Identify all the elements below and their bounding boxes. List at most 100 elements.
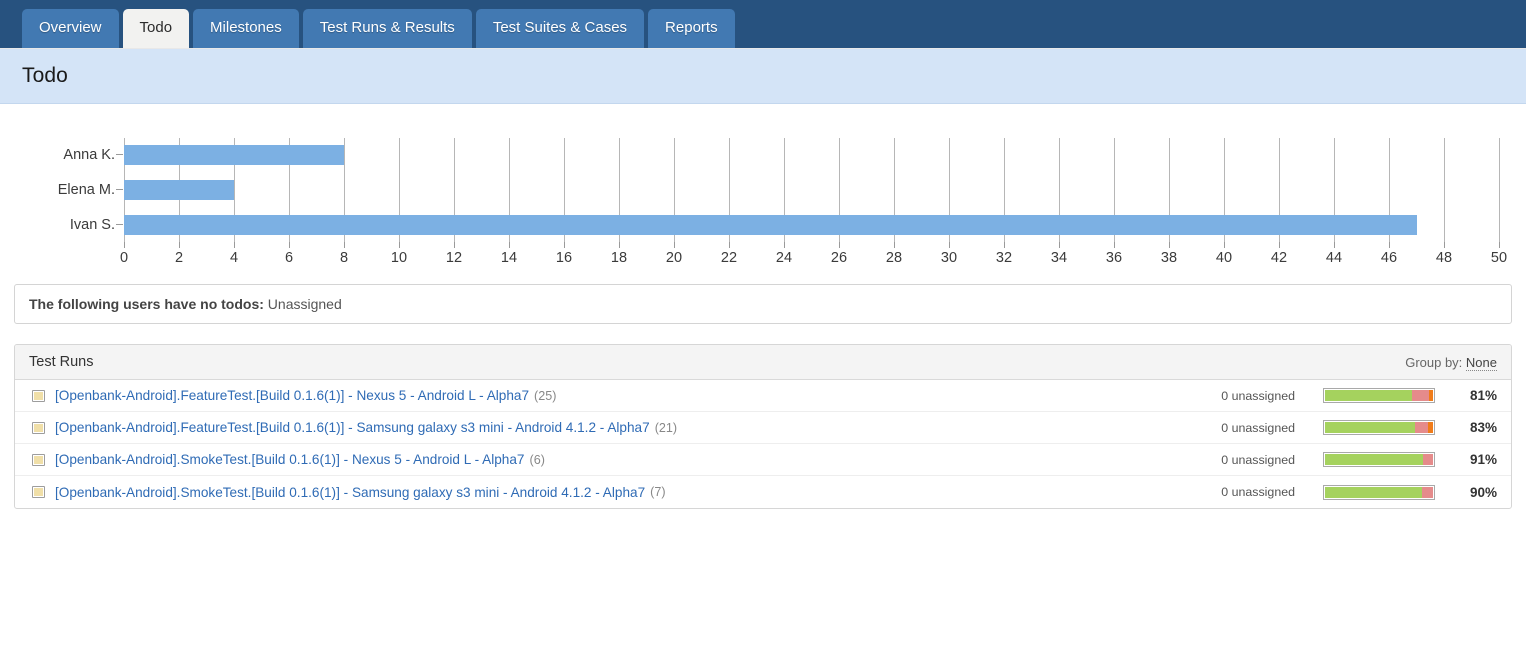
chart-x-tickmark [344, 242, 345, 248]
test-run-case-count: (6) [530, 453, 545, 467]
chart-x-tickmark [179, 242, 180, 248]
test-run-unassigned-count: 0 unassigned [1163, 485, 1323, 499]
todo-bar-chart: Anna K.Elena M.Ivan S. 02468101214161820… [14, 126, 1512, 278]
chart-x-axis: 0246810121416182022242628303234363840424… [124, 242, 1499, 272]
chart-x-tickmark [1059, 242, 1060, 248]
tab-todo[interactable]: Todo [123, 9, 190, 48]
folder-icon[interactable] [32, 422, 45, 434]
page-title: Todo [22, 64, 68, 88]
test-run-row: [Openbank-Android].FeatureTest.[Build 0.… [15, 380, 1511, 412]
chart-category-label: Anna K. [63, 146, 115, 165]
chart-x-tick-label: 34 [1051, 250, 1067, 266]
test-run-name-cell: [Openbank-Android].FeatureTest.[Build 0.… [32, 388, 1163, 403]
test-run-progress-bar [1323, 420, 1435, 435]
progress-segment-failed [1412, 390, 1428, 401]
chart-category-row: Ivan S. [124, 215, 1499, 235]
test-run-link[interactable]: [Openbank-Android].SmokeTest.[Build 0.1.… [55, 485, 645, 500]
folder-icon[interactable] [32, 486, 45, 498]
no-todos-label: The following users have no todos: [29, 296, 264, 312]
chart-x-tick-label: 14 [501, 250, 517, 266]
tab-milestones[interactable]: Milestones [193, 9, 299, 48]
test-runs-header: Test Runs Group by: None [15, 345, 1511, 380]
group-by-label: Group by: [1405, 355, 1462, 370]
tab-test-runs-results[interactable]: Test Runs & Results [303, 9, 472, 48]
progress-segment-other [1429, 390, 1433, 401]
chart-bar [124, 215, 1417, 235]
test-run-percent: 90% [1435, 485, 1497, 500]
chart-gridline [1499, 138, 1500, 242]
test-run-link[interactable]: [Openbank-Android].SmokeTest.[Build 0.1.… [55, 452, 525, 467]
main-nav-tabbar: OverviewTodoMilestonesTest Runs & Result… [0, 0, 1526, 48]
tab-reports[interactable]: Reports [648, 9, 735, 48]
chart-x-tick-label: 6 [285, 250, 293, 266]
chart-x-tickmark [1389, 242, 1390, 248]
test-run-row: [Openbank-Android].FeatureTest.[Build 0.… [15, 412, 1511, 444]
test-run-link[interactable]: [Openbank-Android].FeatureTest.[Build 0.… [55, 420, 650, 435]
test-run-link[interactable]: [Openbank-Android].FeatureTest.[Build 0.… [55, 388, 529, 403]
chart-x-tickmark [839, 242, 840, 248]
chart-x-tickmark [124, 242, 125, 248]
test-run-percent: 81% [1435, 388, 1497, 403]
page-title-banner: Todo [0, 48, 1526, 104]
chart-x-tickmark [1444, 242, 1445, 248]
chart-x-tickmark [399, 242, 400, 248]
chart-y-tickmark [116, 224, 123, 225]
chart-x-tick-label: 50 [1491, 250, 1507, 266]
chart-x-tickmark [1499, 242, 1500, 248]
tab-test-suites-cases[interactable]: Test Suites & Cases [476, 9, 644, 48]
group-by-control: Group by: None [1405, 355, 1497, 370]
folder-icon[interactable] [32, 454, 45, 466]
test-run-case-count: (21) [655, 421, 677, 435]
test-run-name-cell: [Openbank-Android].FeatureTest.[Build 0.… [32, 420, 1163, 435]
test-run-unassigned-count: 0 unassigned [1163, 453, 1323, 467]
test-run-row: [Openbank-Android].SmokeTest.[Build 0.1.… [15, 444, 1511, 476]
test-run-case-count: (25) [534, 389, 556, 403]
chart-x-tick-label: 48 [1436, 250, 1452, 266]
chart-x-tickmark [1224, 242, 1225, 248]
chart-bar [124, 145, 344, 165]
test-run-progress-bar [1323, 388, 1435, 403]
progress-segment-passed [1325, 422, 1415, 433]
chart-category-label: Elena M. [58, 181, 115, 200]
chart-x-tick-label: 22 [721, 250, 737, 266]
chart-x-tick-label: 10 [391, 250, 407, 266]
chart-x-tick-label: 38 [1161, 250, 1177, 266]
chart-x-tick-label: 46 [1381, 250, 1397, 266]
chart-y-tickmark [116, 154, 123, 155]
chart-x-tickmark [1279, 242, 1280, 248]
chart-x-tickmark [674, 242, 675, 248]
chart-bar [124, 180, 234, 200]
test-run-percent: 83% [1435, 420, 1497, 435]
chart-x-tick-label: 2 [175, 250, 183, 266]
chart-x-tick-label: 20 [666, 250, 682, 266]
chart-category-row: Elena M. [124, 180, 1499, 200]
test-runs-panel: Test Runs Group by: None [Openbank-Andro… [14, 344, 1512, 509]
chart-x-tickmark [509, 242, 510, 248]
chart-x-tickmark [1169, 242, 1170, 248]
chart-x-tickmark [619, 242, 620, 248]
group-by-value-link[interactable]: None [1466, 355, 1497, 371]
no-todos-users: Unassigned [268, 296, 342, 312]
chart-x-tick-label: 12 [446, 250, 462, 266]
folder-icon[interactable] [32, 390, 45, 402]
chart-x-tick-label: 4 [230, 250, 238, 266]
chart-x-tick-label: 36 [1106, 250, 1122, 266]
progress-segment-failed [1423, 454, 1433, 465]
test-runs-list: [Openbank-Android].FeatureTest.[Build 0.… [15, 380, 1511, 508]
chart-y-tickmark [116, 189, 123, 190]
chart-x-tick-label: 16 [556, 250, 572, 266]
test-run-name-cell: [Openbank-Android].SmokeTest.[Build 0.1.… [32, 485, 1163, 500]
chart-x-tick-label: 28 [886, 250, 902, 266]
test-run-percent: 91% [1435, 452, 1497, 467]
tab-overview[interactable]: Overview [22, 9, 119, 48]
progress-segment-failed [1415, 422, 1428, 433]
chart-x-tick-label: 32 [996, 250, 1012, 266]
chart-x-tickmark [894, 242, 895, 248]
test-run-case-count: (7) [650, 485, 665, 499]
chart-x-tick-label: 18 [611, 250, 627, 266]
progress-segment-passed [1325, 487, 1422, 498]
chart-x-tickmark [1334, 242, 1335, 248]
chart-x-tickmark [564, 242, 565, 248]
chart-plot-area: Anna K.Elena M.Ivan S. [124, 138, 1499, 242]
progress-segment-failed [1422, 487, 1433, 498]
